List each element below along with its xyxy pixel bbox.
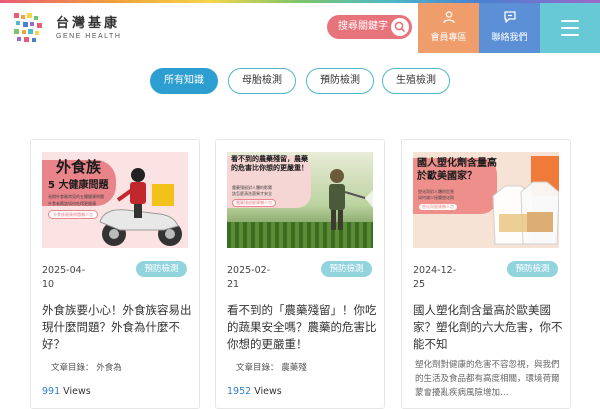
filter-all[interactable]: 所有知識 <box>150 68 218 94</box>
user-icon <box>442 11 455 24</box>
search-icon[interactable] <box>391 18 409 36</box>
view-count: 991 Views <box>42 386 91 397</box>
category-tag[interactable]: 預防檢測 <box>321 261 372 277</box>
article-card[interactable]: 國人塑化劑含量高於歐美國家？ 塑化劑對人體的危害 如何減少接觸塑化劑 塑化劑健康… <box>401 139 571 409</box>
article-card[interactable]: 看不到的農藥殘留，農藥的危害比你想的更嚴重！ 農藥殘留對人體的影響 該怎麼清洗蔬… <box>215 139 385 409</box>
brand-name-cn: 台灣基康 <box>56 16 121 31</box>
article-excerpt: 塑化劑對健康的危害不容忽視，與我們的生活及食品都有高度相關，環境荷爾蒙會擾亂疾病… <box>415 360 560 398</box>
contact-us-button[interactable]: 聯絡我們 <box>479 3 540 53</box>
hamburger-menu-button[interactable] <box>540 3 600 53</box>
image-pill: 農藥殘留健康懶人包 <box>232 199 276 207</box>
contact-label: 聯絡我們 <box>491 33 528 43</box>
image-pill: 塑化劑健康懶人包 <box>418 203 458 211</box>
member-label: 會員專區 <box>430 33 467 43</box>
delivery-scooter-illustration <box>99 168 182 246</box>
image-caption: 如何減少接觸塑化劑 <box>418 195 454 200</box>
filter-preventive[interactable]: 預防檢測 <box>306 68 374 94</box>
filter-prenatal[interactable]: 母胎檢測 <box>228 68 296 94</box>
image-caption: 該怎麼清洗蔬果才安全 <box>232 191 272 196</box>
category-tag[interactable]: 預防檢測 <box>507 261 558 277</box>
article-title[interactable]: 國人塑化劑含量高於歐美國家？塑化劑的六大危害，你不能不知 <box>413 302 563 353</box>
article-thumbnail[interactable]: 看不到的農藥殘留，農藥的危害比你想的更嚴重！ 農藥殘留對人體的影響 該怎麼清洗蔬… <box>227 152 373 248</box>
search-button[interactable]: 搜尋關鍵字 <box>327 15 412 39</box>
view-count: 1952 Views <box>227 386 282 397</box>
article-date: 2024-12- 25 <box>413 265 457 290</box>
brand-name-en: GENE HEALTH <box>56 33 122 40</box>
article-category: 文章目錄： 外食為 <box>51 363 122 373</box>
filter-reproductive[interactable]: 生殖檢測 <box>382 68 450 94</box>
article-category: 文章目錄： 農藥殘 <box>236 363 307 373</box>
article-thumbnail[interactable]: 國人塑化劑含量高於歐美國家？ 塑化劑對人體的危害 如何減少接觸塑化劑 塑化劑健康… <box>413 152 559 248</box>
article-title[interactable]: 看不到的「農藥殘留」！你吃的蔬果安全嗎？農藥的危害比你想的更嚴重！ <box>227 302 377 353</box>
hamburger-icon <box>561 20 579 22</box>
article-card[interactable]: 外食族 5 大健康問題 長期外食最常見的五種健康問題 外食者應該如何吃得更健康 … <box>30 139 200 409</box>
article-date: 2025-02- 21 <box>227 265 271 290</box>
farmer-spraying-illustration <box>329 169 373 230</box>
article-date: 2025-04- 10 <box>42 265 86 290</box>
brand-name[interactable]: 台灣基康 GENE HEALTH <box>56 12 121 40</box>
search-label: 搜尋關鍵字 <box>338 21 388 32</box>
logo-icon[interactable] <box>12 11 46 45</box>
chat-icon <box>503 11 516 23</box>
site-header: 台灣基康 GENE HEALTH 搜尋關鍵字 會員專區 聯絡我們 <box>0 3 600 53</box>
plastic-bags-illustration <box>492 156 559 245</box>
category-tag[interactable]: 預防檢測 <box>136 261 187 277</box>
article-title[interactable]: 外食族要小心！外食族容易出現什麼問題？外食為什麼不好？ <box>42 302 192 353</box>
image-headline: 看不到的農藥殘留，農藥的危害比你想的更嚴重！ <box>231 155 308 172</box>
member-area-button[interactable]: 會員專區 <box>418 3 479 53</box>
article-thumbnail[interactable]: 外食族 5 大健康問題 長期外食最常見的五種健康問題 外食者應該如何吃得更健康 … <box>42 152 188 248</box>
